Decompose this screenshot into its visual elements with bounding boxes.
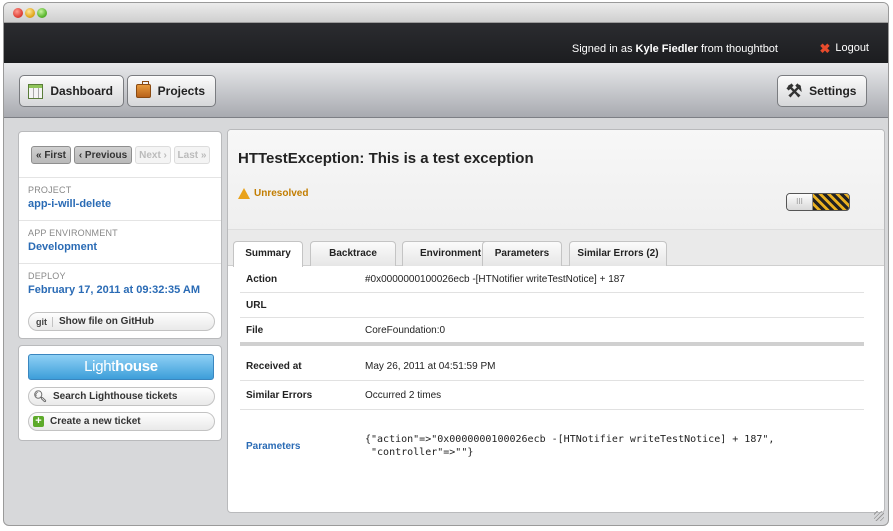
tab-similar-errors[interactable]: Similar Errors (2) [569, 241, 667, 266]
error-details-sidebar: « First ‹ Previous Next › Last » PROJECT… [18, 131, 222, 339]
previous-page-button[interactable]: ‹ Previous [74, 146, 132, 164]
account-bar: Signed in as Kyle Fiedler from thoughtbo… [4, 23, 888, 63]
lighthouse-logo-house: house [115, 358, 158, 375]
close-window-button[interactable] [13, 8, 23, 18]
lighthouse-logo[interactable]: Lighthouse [28, 354, 214, 380]
table-row: URL [240, 293, 864, 318]
status-badge: Unresolved [238, 188, 308, 199]
show-on-github-label: Show file on GitHub [59, 316, 154, 327]
table-row: Received at May 26, 2011 at 04:51:59 PM [240, 346, 864, 381]
signed-in-prefix: Signed in as [571, 43, 633, 55]
search-icon: 🔍︎ [33, 391, 47, 403]
minimize-window-button[interactable] [25, 8, 35, 18]
first-page-button[interactable]: « First [31, 146, 71, 164]
logout-link[interactable]: ✖ Logout [819, 40, 869, 56]
project-info: PROJECT app-i-will-delete [28, 185, 111, 210]
projects-label: Projects [157, 84, 205, 98]
show-on-github-button[interactable]: git Show file on GitHub [28, 312, 215, 331]
title-bar [4, 3, 888, 23]
tab-backtrace[interactable]: Backtrace [310, 241, 396, 266]
pagination: « First ‹ Previous Next › Last » [19, 132, 221, 164]
tab-parameters[interactable]: Parameters [482, 241, 562, 266]
tab-bar: Summary Backtrace Environment Parameters… [228, 230, 884, 267]
divider [19, 220, 221, 221]
environment-link[interactable]: Development [28, 241, 118, 253]
search-lighthouse-label: Search Lighthouse tickets [52, 391, 178, 402]
lighthouse-panel: Lighthouse 🔍︎ Search Lighthouse tickets … [18, 345, 222, 441]
signed-in-suffix: from thoughtbot [700, 43, 778, 55]
briefcase-icon [136, 81, 151, 98]
divider [19, 263, 221, 264]
url-key: URL [246, 299, 267, 311]
error-detail-panel: HTTestException: This is a test exceptio… [227, 129, 885, 513]
lighthouse-logo-light: Light [84, 358, 116, 375]
error-header: HTTestException: This is a test exceptio… [228, 130, 884, 230]
environment-label: APP ENVIRONMENT [28, 228, 118, 238]
parameters-value: {"action"=>"0x0000000100026ecb -[HTNotif… [365, 434, 775, 458]
main-nav: Dashboard Projects ⚒ Settings [4, 63, 888, 118]
plus-icon: + [33, 416, 44, 427]
divider [19, 177, 221, 178]
project-label: PROJECT [28, 185, 72, 195]
logout-label: Logout [835, 42, 869, 54]
toggle-track [813, 194, 849, 210]
resolve-toggle[interactable]: III [786, 193, 850, 211]
create-ticket-label: Create a new ticket [50, 416, 141, 427]
similar-errors-value: Occurred 2 times [365, 389, 442, 401]
last-page-button: Last » [174, 146, 210, 164]
settings-button[interactable]: ⚒ Settings [777, 75, 867, 107]
spreadsheet-icon [28, 83, 44, 99]
action-value: #0x0000000100026ecb -[HTNotifier writeTe… [365, 274, 625, 285]
create-ticket-button[interactable]: + Create a new ticket [28, 412, 215, 431]
table-row: File CoreFoundation:0 [240, 318, 864, 346]
file-key: File [246, 324, 264, 336]
table-row: Parameters {"action"=>"0x0000000100026ec… [240, 410, 864, 482]
deploy-info: DEPLOY February 17, 2011 at 09:32:35 AM [28, 271, 200, 296]
git-icon: git [33, 316, 53, 327]
parameters-link[interactable]: Parameters [240, 441, 365, 452]
page-title: HTTestException: This is a test exceptio… [238, 150, 534, 167]
file-value: CoreFoundation:0 [365, 324, 446, 336]
table-row: Action #0x0000000100026ecb -[HTNotifier … [240, 267, 864, 293]
received-value: May 26, 2011 at 04:51:59 PM [365, 360, 496, 372]
next-page-button: Next › [135, 146, 171, 164]
warning-icon [238, 188, 250, 199]
app-window: Signed in as Kyle Fiedler from thoughtbo… [3, 2, 889, 526]
environment-info: APP ENVIRONMENT Development [28, 228, 118, 253]
signed-in-text: Signed in as Kyle Fiedler from thoughtbo… [572, 43, 778, 55]
status-label: Unresolved [254, 188, 309, 199]
toggle-knob: III [787, 194, 813, 210]
close-icon: ✖ [819, 40, 831, 56]
user-name[interactable]: Kyle Fiedler [636, 43, 698, 55]
table-row: Similar Errors Occurred 2 times [240, 381, 864, 410]
deploy-label: DEPLOY [28, 271, 66, 281]
projects-button[interactable]: Projects [127, 75, 216, 107]
resize-grip-icon[interactable] [874, 511, 884, 521]
dashboard-button[interactable]: Dashboard [19, 75, 124, 107]
similar-errors-key: Similar Errors [246, 389, 313, 401]
project-link[interactable]: app-i-will-delete [28, 198, 111, 210]
settings-label: Settings [809, 84, 857, 98]
tools-icon: ⚒ [786, 81, 803, 101]
search-lighthouse-button[interactable]: 🔍︎ Search Lighthouse tickets [28, 387, 215, 406]
summary-table: Action #0x0000000100026ecb -[HTNotifier … [240, 267, 864, 482]
deploy-link[interactable]: February 17, 2011 at 09:32:35 AM [28, 284, 200, 296]
zoom-window-button[interactable] [37, 8, 47, 18]
tab-summary[interactable]: Summary [233, 241, 303, 267]
received-key: Received at [246, 360, 302, 372]
action-key: Action [246, 274, 278, 285]
dashboard-label: Dashboard [50, 84, 113, 98]
